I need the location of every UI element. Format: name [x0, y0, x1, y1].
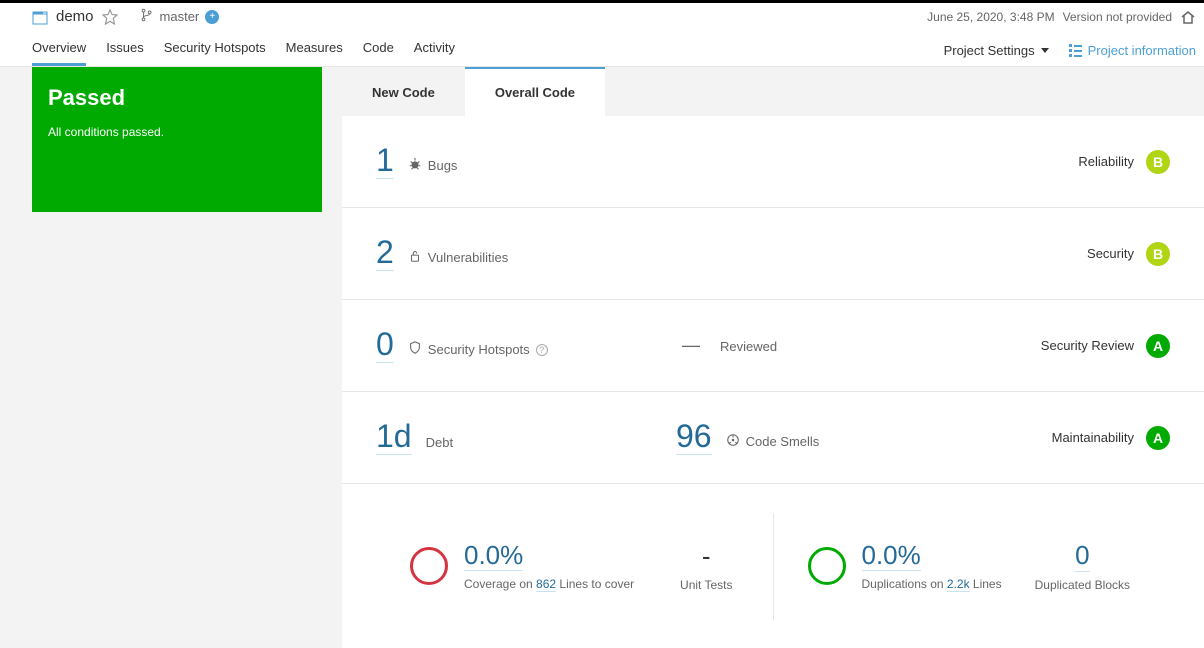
bugs-count[interactable]: 1 [376, 144, 394, 179]
bugs-label: Bugs [428, 158, 458, 173]
analysis-date: June 25, 2020, 3:48 PM [927, 10, 1054, 24]
metric-row-hotspots: 0 Security Hotspots ? — Reviewed Securit… [342, 300, 1204, 392]
project-settings-dropdown[interactable]: Project Settings [944, 43, 1049, 58]
add-branch-icon[interactable]: + [205, 10, 219, 24]
favorite-star-icon[interactable] [102, 9, 118, 25]
project-nav: Overview Issues Security Hotspots Measur… [0, 30, 1204, 67]
coverage-donut-icon [410, 547, 448, 585]
tab-measures[interactable]: Measures [286, 30, 343, 66]
security-review-label: Security Review [1041, 338, 1134, 353]
project-icon [32, 9, 48, 25]
coverage-prefix: Coverage on [464, 577, 536, 591]
tab-new-code[interactable]: New Code [342, 67, 465, 116]
dup-suffix: Lines [970, 577, 1002, 591]
quality-gate-subtitle: All conditions passed. [48, 125, 306, 139]
reviewed-percent: — [676, 335, 706, 356]
project-information-link[interactable]: Project information [1069, 43, 1196, 58]
chevron-down-icon [1041, 48, 1049, 53]
metric-row-bugs: 1 Bugs Reliability B [342, 116, 1204, 208]
security-rating[interactable]: B [1146, 242, 1170, 266]
tab-activity[interactable]: Activity [414, 30, 455, 66]
unit-tests-value: - [680, 541, 732, 572]
project-settings-label: Project Settings [944, 43, 1035, 58]
hotspots-count[interactable]: 0 [376, 328, 394, 363]
debt-value[interactable]: 1d [376, 420, 412, 455]
duplication-donut-icon [808, 547, 846, 585]
duplication-percent[interactable]: 0.0% [862, 542, 921, 571]
security-review-rating[interactable]: A [1146, 334, 1170, 358]
project-information-label: Project information [1088, 43, 1196, 58]
vulnerabilities-label: Vulnerabilities [428, 250, 508, 265]
branch-icon [140, 8, 154, 25]
hotspots-label: Security Hotspots [428, 342, 530, 357]
reviewed-label: Reviewed [720, 339, 777, 354]
metric-row-coverage-dup: 0.0% Coverage on 862 Lines to cover - Un… [342, 484, 1204, 648]
coverage-suffix: Lines to cover [556, 577, 634, 591]
metric-row-maintainability: 1d Debt 96 Code Smells Maintainability A [342, 392, 1204, 484]
tab-code[interactable]: Code [363, 30, 394, 66]
quality-gate-card: Passed All conditions passed. [32, 67, 322, 212]
unit-tests-label: Unit Tests [680, 578, 732, 592]
reliability-label: Reliability [1078, 154, 1134, 169]
tab-overall-code[interactable]: Overall Code [465, 67, 605, 116]
version-text: Version not provided [1063, 10, 1172, 24]
lines-to-cover-link[interactable]: 862 [536, 577, 556, 592]
help-icon[interactable]: ? [536, 344, 548, 356]
maintainability-rating[interactable]: A [1146, 426, 1170, 450]
tab-security-hotspots[interactable]: Security Hotspots [164, 30, 266, 66]
metric-row-vulnerabilities: 2 Vulnerabilities Security B [342, 208, 1204, 300]
branch-name: master [160, 9, 200, 24]
home-icon[interactable] [1180, 9, 1196, 25]
dup-prefix: Duplications on [862, 577, 947, 591]
debt-label: Debt [426, 435, 453, 450]
security-label: Security [1087, 246, 1134, 261]
dup-lines-link[interactable]: 2.2k [947, 577, 970, 592]
branch-selector[interactable]: master + [140, 8, 220, 25]
vulnerabilities-count[interactable]: 2 [376, 236, 394, 271]
code-smells-label: Code Smells [746, 434, 820, 449]
maintainability-label: Maintainability [1052, 430, 1134, 445]
coverage-percent[interactable]: 0.0% [464, 542, 523, 571]
bug-icon [408, 157, 422, 174]
project-name[interactable]: demo [56, 8, 94, 25]
code-smells-count[interactable]: 96 [676, 420, 712, 455]
lock-open-icon [408, 249, 422, 266]
tab-overview[interactable]: Overview [32, 30, 86, 66]
duplicated-blocks-value[interactable]: 0 [1075, 540, 1089, 572]
duplicated-blocks-label: Duplicated Blocks [1035, 578, 1130, 592]
list-icon [1069, 44, 1082, 57]
quality-gate-status: Passed [48, 85, 306, 111]
reliability-rating[interactable]: B [1146, 150, 1170, 174]
code-smell-icon [726, 433, 740, 450]
project-header: demo master + June 25, 2020, 3:48 PM Ver… [0, 3, 1204, 30]
shield-icon [408, 341, 422, 358]
tab-issues[interactable]: Issues [106, 30, 144, 66]
